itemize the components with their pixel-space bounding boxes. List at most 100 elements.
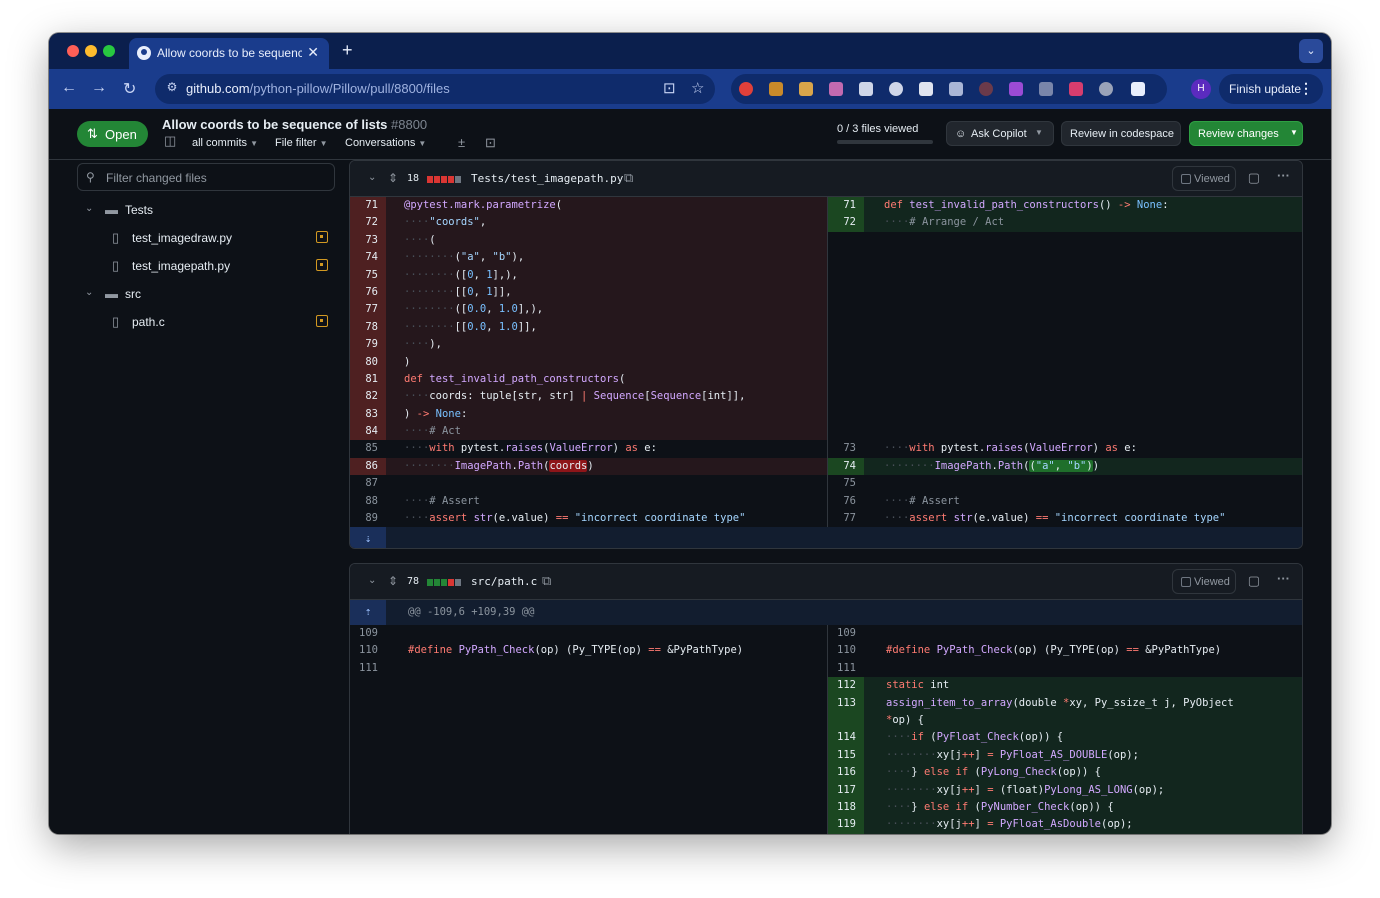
diff-row: 71 @pytest.mark.parametrize(71 def test_in…	[350, 197, 1302, 215]
kebab-icon[interactable]: ···	[1277, 168, 1290, 183]
diff-row: *op) {	[350, 711, 1302, 730]
file-tree-sidebar: ⚲ Filter changed files ⌄ ▬ Tests ▯ test_…	[49, 160, 349, 834]
expand-down-icon[interactable]: ⇣	[350, 527, 386, 548]
github-icon	[137, 46, 151, 60]
profile-avatar[interactable]: H	[1191, 79, 1211, 99]
diff-row: 87 75	[350, 475, 1302, 493]
extension-icon[interactable]	[1009, 82, 1023, 96]
diff-row: 111 111	[350, 659, 1302, 678]
file-diff-header: ⌄ ⇕ 78 src/path.c ⧉ Viewed ▢ ···	[350, 564, 1302, 600]
copy-icon[interactable]: ⧉	[542, 573, 551, 589]
file-path[interactable]: Tests/test_imagepath.py	[471, 172, 623, 185]
commits-filter[interactable]: all commits ▼	[192, 137, 258, 149]
new-tab-button[interactable]: +	[342, 40, 353, 61]
diffstat	[427, 577, 462, 589]
tree-folder-tests[interactable]: ⌄ ▬ Tests	[85, 196, 345, 224]
minimize-window-button[interactable]	[85, 45, 97, 57]
expand-icon[interactable]: ⇕	[388, 171, 398, 185]
file-path[interactable]: src/path.c	[471, 575, 537, 588]
modified-icon	[316, 259, 328, 271]
chevron-down-icon[interactable]: ⌄	[368, 575, 376, 586]
tree-file-test-imagedraw[interactable]: ▯ test_imagedraw.py	[112, 224, 328, 252]
diffstat	[427, 174, 462, 186]
extension-icon[interactable]	[1039, 82, 1053, 96]
diff-row: 72 ····"coords", 72 ····# Arrange / Act	[350, 214, 1302, 232]
viewed-checkbox[interactable]: Viewed	[1172, 569, 1236, 594]
extension-icon[interactable]	[829, 82, 843, 96]
conversations-filter[interactable]: Conversations ▼	[345, 137, 426, 149]
pr-title: Allow coords to be sequence of lists #88…	[162, 117, 428, 132]
diff-row: 116 ····} else if (PyLong_Check(op)) {	[350, 764, 1302, 782]
extension-icon[interactable]	[859, 82, 873, 96]
files-viewed-count: 0 / 3 files viewed	[837, 123, 919, 135]
address-bar[interactable]: ⚙ github.com/python-pillow/Pillow/pull/8…	[155, 74, 715, 104]
hunk-header-row: ⇡ @@ -109,6 +109,39 @@	[350, 600, 1302, 625]
forward-icon[interactable]: →	[91, 79, 107, 97]
back-icon[interactable]: ←	[61, 79, 77, 97]
expand-up-icon[interactable]: ⇡	[350, 600, 386, 625]
extension-icon[interactable]	[1099, 82, 1113, 96]
diff-row: 115 ········xy[j++] = PyFloat_AS_DOUBLE(o…	[350, 746, 1302, 765]
diff-row: 85 ····with pytest.raises(ValueError) as …	[350, 440, 1302, 458]
expand-all-icon[interactable]: ±	[458, 135, 465, 150]
diff-row: 118 ····} else if (PyNumber_Check(op)) {	[350, 798, 1302, 817]
copy-icon[interactable]: ⧉	[624, 170, 633, 186]
diff-row: 73 ····(	[350, 231, 1302, 250]
settings-icon[interactable]: ⊡	[485, 135, 496, 151]
diff-row: 83) -> None:	[350, 405, 1302, 424]
chevron-down-icon[interactable]: ⌄	[368, 172, 376, 183]
review-in-codespace-button[interactable]: Review in codespace	[1061, 121, 1181, 146]
file-icon: ▯	[112, 258, 120, 273]
folder-icon: ▬	[105, 286, 118, 301]
diff-row: 112 static int	[350, 677, 1302, 695]
extensions-puzzle-icon[interactable]	[1131, 82, 1145, 96]
review-changes-button[interactable]: Review changes ▼	[1189, 121, 1303, 146]
filter-files-input[interactable]: ⚲ Filter changed files	[77, 163, 335, 191]
tab-search-chevron-icon[interactable]: ⌄	[1299, 39, 1323, 63]
url-text: github.com/python-pillow/Pillow/pull/880…	[186, 81, 450, 96]
extension-icon[interactable]	[799, 82, 813, 96]
diff-row: 113 assign_item_to_array(double *xy, Py_s…	[350, 694, 1302, 712]
diff-row: 109 109	[350, 625, 1302, 643]
modified-icon	[316, 231, 328, 243]
extension-icon[interactable]	[949, 82, 963, 96]
sidebar-toggle-icon[interactable]: ◫	[164, 133, 176, 149]
kebab-icon[interactable]: ···	[1277, 571, 1290, 586]
folder-icon: ▬	[105, 202, 118, 217]
browser-tab[interactable]: Allow coords to be sequence ✕	[129, 38, 329, 69]
browser-toolbar: ← → ↻ ⚙ github.com/python-pillow/Pillow/…	[49, 69, 1331, 109]
extension-icon[interactable]	[769, 82, 783, 96]
finish-update-button[interactable]: Finish update ⋮	[1219, 74, 1323, 104]
diff-row: 79 ····),	[350, 336, 1302, 354]
ask-copilot-button[interactable]: ☺ Ask Copilot ▼	[946, 121, 1054, 146]
zoom-window-button[interactable]	[103, 45, 115, 57]
file-icon: ▯	[112, 314, 120, 329]
expand-icon[interactable]: ⇕	[388, 574, 398, 588]
close-window-button[interactable]	[67, 45, 79, 57]
search-icon: ⚲	[86, 170, 95, 184]
extension-icon[interactable]	[889, 82, 903, 96]
site-info-icon[interactable]: ⚙	[163, 80, 181, 98]
diff-row: 82 ····coords: tuple[str, str] | Sequence…	[350, 388, 1302, 406]
comment-icon[interactable]: ▢	[1248, 170, 1260, 186]
extension-icon[interactable]	[1069, 82, 1083, 96]
kebab-icon: ⋮	[1299, 80, 1313, 96]
install-app-icon[interactable]: ⊡	[663, 79, 676, 97]
file-filter[interactable]: File filter ▼	[275, 137, 328, 149]
viewed-checkbox[interactable]: Viewed	[1172, 166, 1236, 191]
diff-row: 76 ········[[0, 1]],	[350, 283, 1302, 302]
bookmark-star-icon[interactable]: ☆	[691, 79, 704, 97]
tree-file-test-imagepath[interactable]: ▯ test_imagepath.py	[112, 252, 328, 280]
tree-folder-src[interactable]: ⌄ ▬ src	[85, 280, 345, 308]
diff-row: 86 ········ImagePath.Path(coords) 74 ······…	[350, 457, 1302, 476]
tree-file-path-c[interactable]: ▯ path.c	[112, 308, 328, 336]
extension-icon[interactable]	[979, 82, 993, 96]
close-tab-icon[interactable]: ✕	[307, 44, 319, 61]
file-diff-test-imagepath: ⌄ ⇕ 18 Tests/test_imagepath.py ⧉ Viewed …	[349, 160, 1303, 549]
extension-icon[interactable]	[739, 82, 753, 96]
extensions-bar	[731, 74, 1167, 104]
reload-icon[interactable]: ↻	[123, 79, 136, 99]
diff-row: 74 ········("a", "b"),	[350, 249, 1302, 267]
comment-icon[interactable]: ▢	[1248, 573, 1260, 589]
extension-icon[interactable]	[919, 82, 933, 96]
